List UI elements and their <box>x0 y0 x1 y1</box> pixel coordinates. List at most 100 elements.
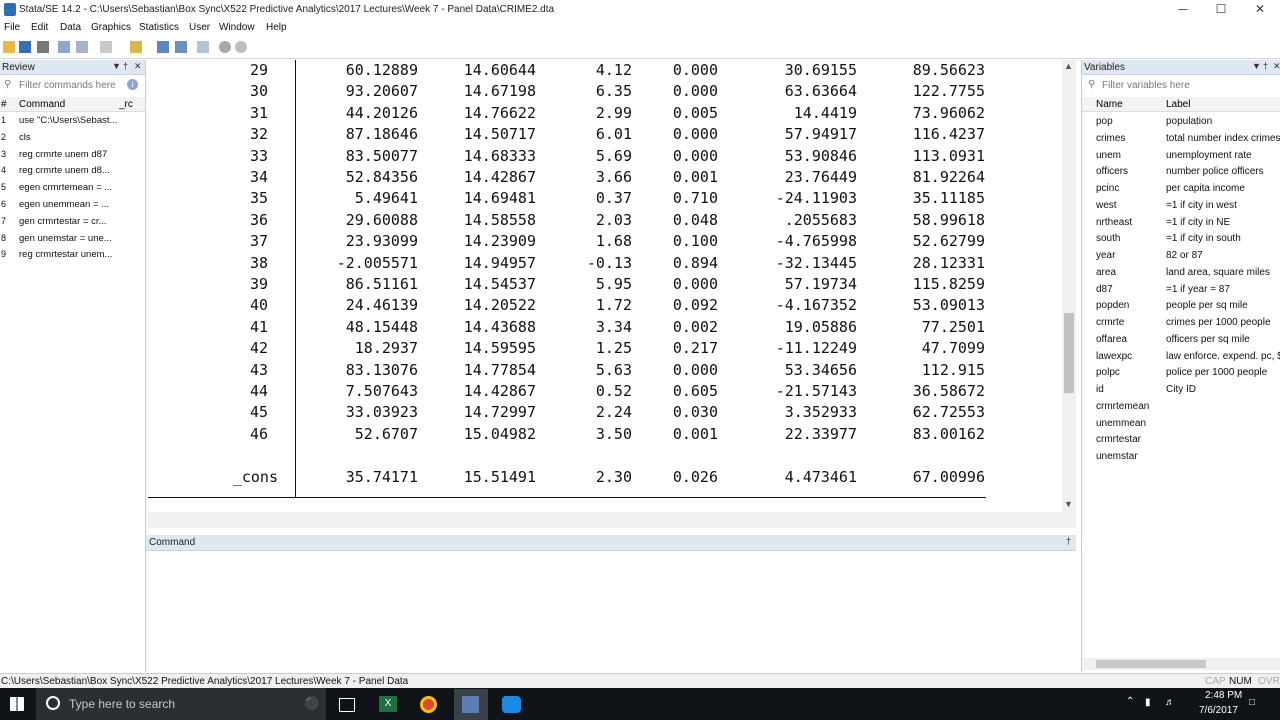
review-row-command[interactable]: use "C:\Users\Sebast... <box>19 115 119 126</box>
close-panel-icon[interactable]: ✕ <box>1273 61 1280 72</box>
variable-label[interactable]: land area, square miles <box>1166 267 1280 278</box>
variables-manager-icon[interactable] <box>197 41 209 53</box>
variable-label[interactable]: number police officers <box>1166 166 1280 177</box>
command-column-header[interactable]: Command <box>19 99 65 110</box>
variable-name[interactable]: d87 <box>1096 284 1164 295</box>
review-row-command[interactable]: gen crmrtestar = cr... <box>19 216 119 227</box>
variable-label[interactable]: =1 if year = 87 <box>1166 284 1280 295</box>
menu-window[interactable]: Window <box>219 22 255 33</box>
graph-icon[interactable] <box>100 41 112 53</box>
tray-chevron-icon[interactable]: ⌃ <box>1126 696 1134 707</box>
review-row-command[interactable]: egen unemmean = ... <box>19 199 119 210</box>
review-row-command[interactable]: gen unemstar = une... <box>19 233 119 244</box>
variable-label[interactable]: unemployment rate <box>1166 150 1280 161</box>
chrome-icon[interactable] <box>420 696 437 713</box>
break-icon[interactable] <box>235 41 247 53</box>
variable-name[interactable]: crimes <box>1096 133 1164 144</box>
menu-statistics[interactable]: Statistics <box>139 22 179 33</box>
variable-label[interactable]: =1 if city in NE <box>1166 217 1280 228</box>
task-view-icon[interactable] <box>339 698 355 712</box>
variable-name[interactable]: popden <box>1096 300 1164 311</box>
minimize-button[interactable]: ─ <box>1163 0 1203 20</box>
taskbar-search-input[interactable]: Type here to search <box>69 697 175 711</box>
windows-start-icon[interactable] <box>10 697 24 711</box>
variable-name[interactable]: nrtheast <box>1096 217 1164 228</box>
variable-label[interactable]: law enforce. expend. pc, $ <box>1166 351 1280 362</box>
variable-name[interactable]: offarea <box>1096 334 1164 345</box>
taskbar-search[interactable]: Type here to search ⚫ <box>36 688 326 720</box>
variables-filter-input[interactable]: Filter variables here <box>1102 80 1190 91</box>
variables-hscroll-thumb[interactable] <box>1096 660 1206 668</box>
review-row-command[interactable]: egen crmrtemean = ... <box>19 182 119 193</box>
command-input[interactable] <box>146 551 1076 671</box>
menu-help[interactable]: Help <box>266 22 287 33</box>
log-icon[interactable] <box>58 41 70 53</box>
close-button[interactable]: ✕ <box>1240 0 1280 20</box>
zoom-icon[interactable] <box>502 696 521 713</box>
variable-name[interactable]: pcinc <box>1096 183 1164 194</box>
microphone-icon[interactable]: ⚫ <box>304 696 319 710</box>
variable-label[interactable]: =1 if city in south <box>1166 233 1280 244</box>
menu-user[interactable]: User <box>189 22 210 33</box>
scroll-down-icon[interactable]: ▼ <box>1064 499 1073 509</box>
speaker-icon[interactable]: ♬ <box>1165 697 1175 708</box>
variable-label[interactable]: per capita income <box>1166 183 1280 194</box>
scroll-up-icon[interactable]: ▲ <box>1064 61 1073 71</box>
menu-edit[interactable]: Edit <box>31 22 48 33</box>
variable-label[interactable]: people per sq mile <box>1166 300 1280 311</box>
menu-file[interactable]: File <box>4 22 20 33</box>
variable-name[interactable]: year <box>1096 250 1164 261</box>
variable-name[interactable]: crmrtestar <box>1096 434 1164 445</box>
data-editor-icon[interactable] <box>157 41 169 53</box>
variable-name[interactable]: unemmean <box>1096 418 1164 429</box>
stata-taskbar-icon[interactable] <box>462 696 479 713</box>
do-file-editor-icon[interactable] <box>130 41 142 53</box>
name-column-header[interactable]: Name <box>1096 99 1123 110</box>
clock-time[interactable]: 2:48 PM <box>1205 690 1242 701</box>
variable-name[interactable]: unemstar <box>1096 451 1164 462</box>
excel-icon[interactable]: X <box>379 696 397 712</box>
variable-label[interactable]: City ID <box>1166 384 1280 395</box>
print-icon[interactable] <box>37 41 49 53</box>
notifications-icon[interactable]: □ <box>1249 697 1255 708</box>
close-panel-icon[interactable]: ✕ <box>134 61 142 72</box>
filter-toggle-icon[interactable]: ▼ <box>1252 61 1261 71</box>
variable-name[interactable]: crmrte <box>1096 317 1164 328</box>
clock-date[interactable]: 7/6/2017 <box>1199 705 1238 716</box>
review-row-command[interactable]: reg crmrtestar unem... <box>19 249 119 260</box>
results-hscroll[interactable] <box>148 512 1076 528</box>
variable-name[interactable]: south <box>1096 233 1164 244</box>
variable-name[interactable]: west <box>1096 200 1164 211</box>
rc-column-header[interactable]: _rc <box>119 99 133 110</box>
variable-name[interactable]: officers <box>1096 166 1164 177</box>
variable-name[interactable]: pop <box>1096 116 1164 127</box>
label-column-header[interactable]: Label <box>1166 99 1190 110</box>
battery-icon[interactable]: ▮ <box>1145 697 1151 708</box>
variable-name[interactable]: id <box>1096 384 1164 395</box>
variable-label[interactable]: officers per sq mile <box>1166 334 1280 345</box>
review-row-command[interactable]: reg crmrte unem d87 <box>19 149 119 160</box>
variable-name[interactable]: area <box>1096 267 1164 278</box>
open-icon[interactable] <box>3 41 15 53</box>
maximize-button[interactable]: ☐ <box>1201 0 1241 20</box>
variable-label[interactable]: police per 1000 people <box>1166 367 1280 378</box>
menu-graphics[interactable]: Graphics <box>91 22 131 33</box>
variable-label[interactable]: =1 if city in west <box>1166 200 1280 211</box>
variable-name[interactable]: lawexpc <box>1096 351 1164 362</box>
results-scroll-thumb[interactable] <box>1064 313 1074 393</box>
variable-name[interactable]: crmrtemean <box>1096 401 1164 412</box>
variable-label[interactable]: 82 or 87 <box>1166 250 1280 261</box>
info-icon[interactable]: i <box>127 79 138 90</box>
variable-name[interactable]: polpc <box>1096 367 1164 378</box>
review-row-command[interactable]: cls <box>19 132 119 143</box>
variable-label[interactable]: population <box>1166 116 1280 127</box>
viewer-icon[interactable] <box>76 41 88 53</box>
pin-icon[interactable]: † <box>1263 61 1268 71</box>
pin-icon[interactable]: † <box>1066 536 1071 546</box>
variable-label[interactable]: total number index crimes <box>1166 133 1280 144</box>
filter-toggle-icon[interactable]: ▼ <box>112 61 121 71</box>
results-scrollbar[interactable] <box>1062 60 1076 512</box>
save-icon[interactable] <box>19 41 31 53</box>
review-row-command[interactable]: reg crmrte unem d8... <box>19 165 119 176</box>
num-column-header[interactable]: # <box>1 99 7 110</box>
